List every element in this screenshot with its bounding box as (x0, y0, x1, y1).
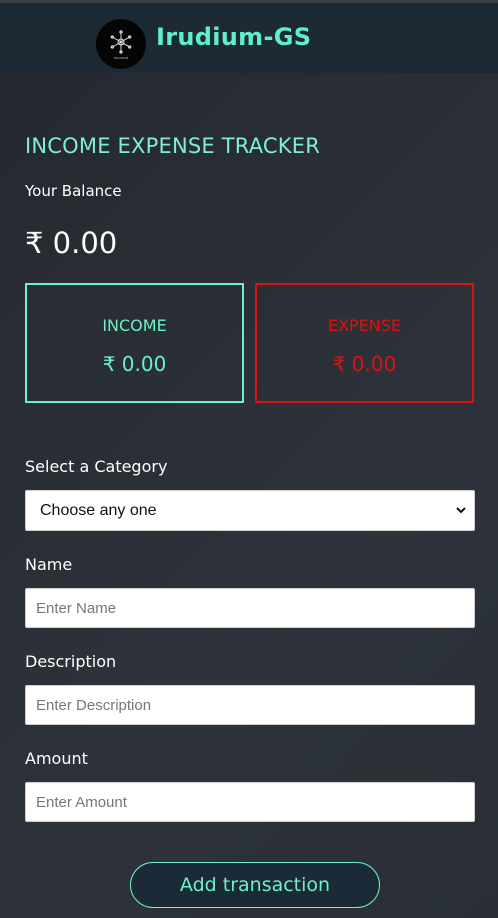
logo-text: IRUDIUM (113, 55, 129, 60)
brand-logo[interactable]: IRUDIUM (96, 19, 146, 69)
chevron-down-icon (456, 507, 466, 514)
page-title: INCOME EXPENSE TRACKER (25, 134, 320, 158)
category-select[interactable]: Choose any one (25, 490, 475, 531)
income-value: ₹ 0.00 (102, 352, 167, 376)
category-label: Select a Category (25, 457, 168, 476)
expense-card: EXPENSE ₹ 0.00 (255, 283, 474, 403)
name-label: Name (25, 555, 73, 574)
brand-name[interactable]: Irudium-GS (156, 23, 311, 51)
income-label: INCOME (102, 316, 167, 335)
expense-value: ₹ 0.00 (332, 352, 397, 376)
amount-label: Amount (25, 749, 88, 768)
description-label: Description (25, 652, 117, 671)
income-card: INCOME ₹ 0.00 (25, 283, 244, 403)
app-header: IRUDIUM Irudium-GS (0, 3, 498, 73)
description-input[interactable] (25, 685, 475, 725)
amount-input[interactable] (25, 782, 475, 822)
expense-label: EXPENSE (327, 316, 402, 335)
add-transaction-button[interactable]: Add transaction (130, 862, 380, 908)
balance-value: ₹ 0.00 (25, 226, 118, 260)
snowflake-logo-icon (110, 29, 132, 54)
category-selected-value: Choose any one (40, 501, 157, 519)
name-input[interactable] (25, 588, 475, 628)
balance-label: Your Balance (25, 182, 122, 200)
